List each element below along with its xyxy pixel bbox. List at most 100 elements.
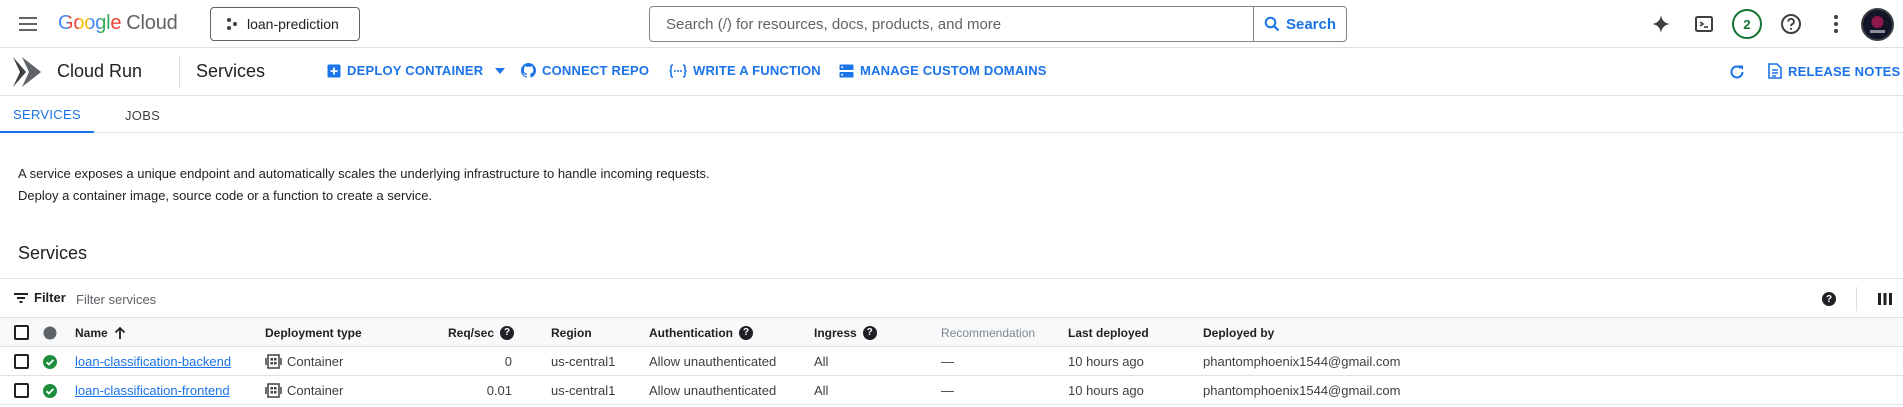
write-function-label: WRITE A FUNCTION bbox=[693, 63, 821, 78]
row-checkbox[interactable] bbox=[14, 354, 29, 369]
deployed-by-cell: phantomphoenix1544@gmail.com bbox=[1203, 354, 1401, 369]
last-deployed-cell: 10 hours ago bbox=[1068, 354, 1144, 369]
region-cell: us-central1 bbox=[551, 383, 616, 398]
table-row: loan-classification-backend Container 0 … bbox=[0, 347, 1903, 376]
release-notes-icon bbox=[1768, 63, 1782, 79]
release-notes-button[interactable]: RELEASE NOTES bbox=[1768, 63, 1900, 79]
filter-input[interactable] bbox=[76, 288, 476, 310]
recommendation-cell: — bbox=[941, 383, 954, 398]
sort-ascending-icon bbox=[114, 326, 125, 339]
authentication-header-label: Authentication bbox=[649, 325, 733, 340]
container-icon bbox=[265, 354, 282, 369]
name-header-label: Name bbox=[75, 325, 108, 340]
status-ok-icon bbox=[43, 376, 57, 405]
search-input[interactable] bbox=[650, 7, 1253, 41]
filter-button[interactable]: Filter bbox=[14, 290, 66, 305]
release-notes-label: RELEASE NOTES bbox=[1788, 63, 1901, 79]
search-button-label: Search bbox=[1285, 15, 1337, 33]
status-ok-icon bbox=[43, 347, 57, 376]
cloud-shell-icon[interactable] bbox=[1688, 8, 1720, 40]
filter-bar: Filter ? bbox=[0, 278, 1903, 318]
connect-repo-label: CONNECT REPO bbox=[542, 63, 650, 78]
service-name-link[interactable]: loan-classification-backend bbox=[75, 347, 231, 376]
page-title: Services bbox=[196, 61, 266, 81]
deployed-by-cell: phantomphoenix1544@gmail.com bbox=[1203, 383, 1401, 398]
filter-label: Filter bbox=[34, 290, 66, 305]
description-line-2: Deploy a container image, source code or… bbox=[18, 188, 433, 203]
table-header: Name Deployment type Req/sec ? Region Au… bbox=[0, 318, 1903, 347]
product-header: Cloud Run Services DEPLOY CONTAINER CONN… bbox=[0, 48, 1903, 96]
function-braces-icon bbox=[669, 63, 687, 78]
deploy-container-button[interactable]: DEPLOY CONTAINER bbox=[327, 63, 506, 78]
dropdown-arrow-icon bbox=[495, 67, 506, 74]
notifications-button[interactable]: 2 bbox=[1731, 8, 1763, 40]
header-divider bbox=[179, 56, 180, 88]
column-display-icon[interactable] bbox=[1869, 283, 1901, 315]
top-bar: GoogleCloud loan-prediction Search 2 bbox=[0, 0, 1903, 48]
notification-count-badge: 2 bbox=[1732, 9, 1762, 39]
project-dots-icon bbox=[227, 18, 237, 30]
cloud-run-logo-icon bbox=[12, 56, 42, 88]
req-sec-cell: 0 bbox=[504, 354, 512, 369]
service-name-link[interactable]: loan-classification-frontend bbox=[75, 376, 230, 405]
manage-custom-domains-label: MANAGE CUSTOM DOMAINS bbox=[860, 63, 1047, 78]
tab-bar: SERVICES JOBS bbox=[0, 97, 1903, 133]
status-header-icon bbox=[43, 326, 57, 339]
tab-services[interactable]: SERVICES bbox=[0, 97, 94, 133]
description-line-1: A service exposes a unique endpoint and … bbox=[18, 166, 710, 181]
authentication-cell: Allow unauthenticated bbox=[649, 354, 777, 369]
dns-icon bbox=[839, 64, 854, 77]
last-deployed-cell: 10 hours ago bbox=[1068, 383, 1144, 398]
deployed-by-column-header[interactable]: Deployed by bbox=[1203, 318, 1274, 347]
row-checkbox[interactable] bbox=[14, 383, 29, 398]
select-all-checkbox[interactable] bbox=[14, 325, 29, 340]
ingress-cell: All bbox=[814, 354, 829, 369]
search-box: Search bbox=[649, 6, 1347, 42]
product-name: Cloud Run bbox=[57, 61, 143, 81]
manage-custom-domains-button[interactable]: MANAGE CUSTOM DOMAINS bbox=[839, 63, 1047, 78]
authentication-column-header[interactable]: Authentication ? bbox=[649, 318, 753, 347]
recommendation-column-header: Recommendation bbox=[941, 325, 1036, 340]
req-sec-column-header[interactable]: Req/sec ? bbox=[448, 318, 515, 347]
project-picker[interactable]: loan-prediction bbox=[210, 7, 360, 41]
filter-list-icon bbox=[14, 292, 28, 303]
search-button[interactable]: Search bbox=[1253, 7, 1346, 41]
status-column-header[interactable] bbox=[43, 318, 57, 347]
logo-cloud-text: Cloud bbox=[126, 12, 178, 34]
deploy-container-label: DEPLOY CONTAINER bbox=[347, 63, 484, 78]
filter-help-icon[interactable]: ? bbox=[1813, 283, 1845, 315]
connect-repo-button[interactable]: CONNECT REPO bbox=[521, 63, 649, 78]
project-name: loan-prediction bbox=[247, 16, 339, 32]
gemini-sparkle-icon[interactable] bbox=[1645, 8, 1677, 40]
ingress-column-header[interactable]: Ingress ? bbox=[814, 318, 877, 347]
last-deployed-column-header[interactable]: Last deployed bbox=[1068, 318, 1149, 347]
authentication-cell: Allow unauthenticated bbox=[649, 383, 777, 398]
google-cloud-logo[interactable]: Google Cloud bbox=[58, 12, 178, 35]
help-icon[interactable] bbox=[1775, 8, 1807, 40]
account-avatar[interactable] bbox=[1861, 8, 1894, 41]
logo-google-text: Google bbox=[58, 12, 122, 34]
deployment-type-cell: Container bbox=[265, 347, 343, 376]
add-box-icon bbox=[327, 64, 341, 77]
github-icon bbox=[521, 63, 536, 78]
container-icon bbox=[265, 383, 282, 398]
req-sec-header-label: Req/sec bbox=[448, 325, 495, 340]
name-column-header[interactable]: Name bbox=[75, 318, 126, 347]
write-function-button[interactable]: WRITE A FUNCTION bbox=[669, 63, 821, 78]
filter-divider bbox=[1856, 287, 1857, 311]
ingress-cell: All bbox=[814, 383, 829, 398]
deployment-type-column-header[interactable]: Deployment type bbox=[265, 318, 362, 347]
region-cell: us-central1 bbox=[551, 354, 616, 369]
main-menu-icon[interactable] bbox=[16, 12, 40, 36]
table-row: loan-classification-frontend Container 0… bbox=[0, 376, 1903, 405]
deployment-type-label: Container bbox=[287, 354, 344, 369]
region-column-header[interactable]: Region bbox=[551, 318, 592, 347]
recommendation-cell: — bbox=[941, 354, 954, 369]
req-sec-help-icon[interactable]: ? bbox=[500, 325, 515, 340]
tab-jobs[interactable]: JOBS bbox=[125, 97, 160, 133]
refresh-icon[interactable] bbox=[1721, 56, 1753, 88]
ingress-help-icon[interactable]: ? bbox=[862, 325, 877, 340]
authentication-help-icon[interactable]: ? bbox=[739, 325, 753, 340]
more-vert-icon[interactable] bbox=[1820, 8, 1852, 40]
deployment-type-cell: Container bbox=[265, 376, 343, 405]
